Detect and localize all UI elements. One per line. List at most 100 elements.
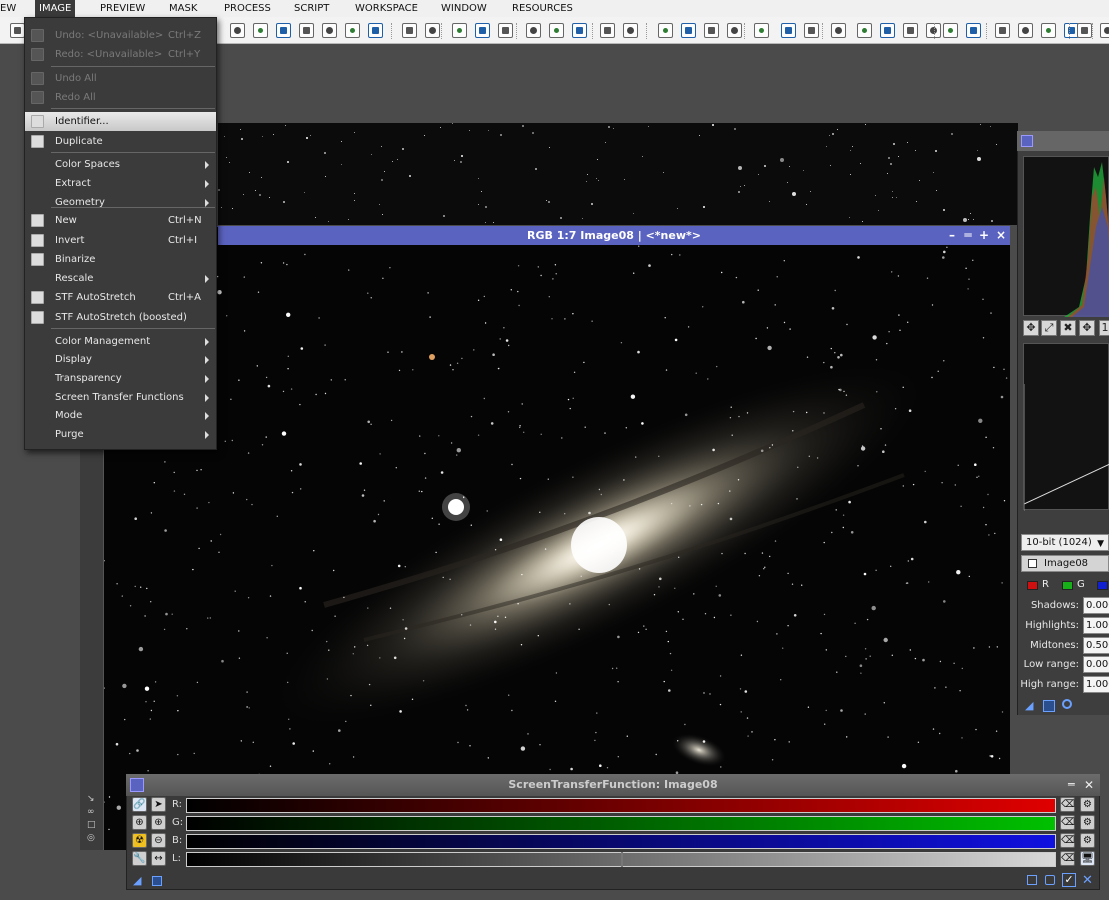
menu-item-purge[interactable]: Purge bbox=[25, 425, 216, 444]
autostretch-g-icon[interactable]: ⚙ bbox=[1080, 815, 1095, 830]
toolbar-tool-23-icon[interactable] bbox=[781, 23, 796, 38]
menu-item-rescale[interactable]: Rescale bbox=[25, 269, 216, 288]
toolbar-tool-6-icon[interactable] bbox=[345, 23, 360, 38]
toolbar-tool-7-icon[interactable] bbox=[368, 23, 383, 38]
stf-r-slider[interactable] bbox=[186, 798, 1056, 813]
menu-workspace[interactable]: WORKSPACE bbox=[355, 3, 418, 14]
autostretch-b-icon[interactable]: ⚙ bbox=[1080, 833, 1095, 848]
move-icon[interactable]: ✥ bbox=[1079, 320, 1095, 336]
apply-icon[interactable] bbox=[1043, 700, 1055, 712]
channel-r-swatch[interactable] bbox=[1027, 581, 1038, 590]
toolbar-tool-27-icon[interactable] bbox=[880, 23, 895, 38]
channel-g-swatch[interactable] bbox=[1062, 581, 1073, 590]
toolbar-tool-33-icon[interactable] bbox=[1018, 23, 1033, 38]
toolbar-tool-10-icon[interactable] bbox=[452, 23, 467, 38]
toolbar-tool-20-icon[interactable] bbox=[704, 23, 719, 38]
stf-titlebar[interactable]: ScreenTransferFunction: Image08 ═ ✕ bbox=[126, 774, 1100, 796]
menu-view[interactable]: EW bbox=[0, 3, 16, 14]
menu-item-redo-all[interactable]: Redo All bbox=[25, 88, 216, 107]
toolbar-tool-1-icon[interactable] bbox=[230, 23, 245, 38]
zoom-in-icon[interactable]: ✖ bbox=[1060, 320, 1076, 336]
new-instance-icon[interactable]: ◢ bbox=[1025, 699, 1037, 712]
menu-image[interactable]: IMAGE bbox=[35, 0, 76, 17]
wrench-icon[interactable]: 🔧 bbox=[132, 851, 147, 866]
toolbar-tool-25-icon[interactable] bbox=[831, 23, 846, 38]
link-channels-icon[interactable]: 🔗 bbox=[132, 797, 147, 812]
toolbar-tool-4-icon[interactable] bbox=[299, 23, 314, 38]
transfer-curve-plot[interactable] bbox=[1023, 343, 1109, 511]
tool-icon-d[interactable]: ◎ bbox=[87, 833, 95, 843]
toolbar-tool-17-icon[interactable] bbox=[623, 23, 638, 38]
toolbar-tool-3-icon[interactable] bbox=[276, 23, 291, 38]
monitor-icon[interactable]: 🖥 bbox=[1080, 851, 1095, 866]
zoom-in-icon[interactable]: ⊕ bbox=[132, 815, 147, 830]
pan-tool-icon[interactable]: ✥ bbox=[1023, 320, 1039, 336]
view-selector[interactable]: Image08 bbox=[1021, 555, 1109, 572]
reset-icon[interactable] bbox=[1062, 699, 1072, 709]
stf-new-instance-icon[interactable]: ◢ bbox=[133, 874, 141, 887]
menu-item-redo-unavailable[interactable]: Redo: <Unavailable> Ctrl+Y bbox=[25, 45, 216, 64]
bit-depth-select[interactable]: 10-bit (1024) ▼ bbox=[1021, 534, 1109, 551]
menu-item-extract[interactable]: Extract bbox=[25, 174, 216, 193]
autostretch-r-icon[interactable]: ⚙ bbox=[1080, 797, 1095, 812]
menu-item-binarize[interactable]: Binarize bbox=[25, 250, 216, 269]
tool-icon-b[interactable]: ∞ bbox=[87, 807, 95, 817]
menu-item-invert[interactable]: Invert Ctrl+I bbox=[25, 231, 216, 250]
menu-item-transparency[interactable]: Transparency bbox=[25, 369, 216, 388]
menu-script[interactable]: SCRIPT bbox=[294, 3, 329, 14]
tool-icon-c[interactable]: □ bbox=[87, 820, 96, 830]
highlights-input[interactable]: 1.000 bbox=[1083, 617, 1109, 634]
close-button[interactable]: × bbox=[993, 226, 1009, 245]
low-range-input[interactable]: 0.000 bbox=[1083, 656, 1109, 673]
stf-close-icon[interactable]: ✕ bbox=[1084, 774, 1094, 796]
menu-item-stf-autostretch[interactable]: STF AutoStretch Ctrl+A bbox=[25, 288, 216, 307]
stf-shade-icon[interactable]: ═ bbox=[1068, 774, 1075, 796]
galaxy-image-canvas[interactable] bbox=[104, 245, 1010, 850]
reset-b-icon[interactable]: ⌫ bbox=[1060, 833, 1075, 848]
background-image-window[interactable] bbox=[218, 123, 1018, 225]
zoom-in-more-icon[interactable]: ⊕ bbox=[151, 815, 166, 830]
zoom-fit-icon[interactable]: ⤢ bbox=[1041, 320, 1057, 336]
menu-resources[interactable]: RESOURCES bbox=[512, 3, 573, 14]
zoom-out-icon[interactable]: ⊖ bbox=[151, 833, 166, 848]
menu-item-new[interactable]: New Ctrl+N bbox=[25, 211, 216, 230]
toolbar-tool-8-icon[interactable] bbox=[402, 23, 417, 38]
shadows-input[interactable]: 0.000 bbox=[1083, 597, 1109, 614]
toolbar-tool-37-icon[interactable] bbox=[1100, 23, 1109, 38]
histogram-titlebar[interactable] bbox=[1017, 131, 1109, 151]
reset-g-icon[interactable]: ⌫ bbox=[1060, 815, 1075, 830]
stf-l-slider[interactable] bbox=[186, 852, 1056, 867]
stf-b-slider[interactable] bbox=[186, 834, 1056, 849]
toolbar-tool-34-icon[interactable] bbox=[1041, 23, 1056, 38]
menu-preview[interactable]: PREVIEW bbox=[100, 3, 145, 14]
menu-item-screen-transfer-functions[interactable]: Screen Transfer Functions bbox=[25, 388, 216, 407]
toolbar-tool-11-icon[interactable] bbox=[475, 23, 490, 38]
tool-icon-a[interactable]: ↘ bbox=[87, 794, 95, 804]
menu-item-stf-autostretch-boosted[interactable]: STF AutoStretch (boosted) bbox=[25, 308, 216, 327]
toolbar-tool-22-icon[interactable] bbox=[754, 23, 769, 38]
toolbar-tool-36-icon[interactable] bbox=[1077, 23, 1092, 38]
toolbar-tool-24-icon[interactable] bbox=[804, 23, 819, 38]
stf-copy-icon[interactable] bbox=[1045, 875, 1055, 885]
horizontal-arrows-icon[interactable]: ↔ bbox=[151, 851, 166, 866]
toolbar-tool-28-icon[interactable] bbox=[903, 23, 918, 38]
toolbar-tool-14-icon[interactable] bbox=[549, 23, 564, 38]
boost-icon[interactable]: ☢ bbox=[132, 833, 147, 848]
menu-item-geometry[interactable]: Geometry bbox=[25, 193, 216, 212]
toolbar-tool-13-icon[interactable] bbox=[526, 23, 541, 38]
reset-l-icon[interactable]: ⌫ bbox=[1060, 851, 1075, 866]
stf-cancel-icon[interactable]: ✕ bbox=[1082, 873, 1093, 888]
high-range-input[interactable]: 1.000 bbox=[1083, 676, 1109, 693]
toolbar-tool-30-icon[interactable] bbox=[943, 23, 958, 38]
toolbar-tool-9-icon[interactable] bbox=[425, 23, 440, 38]
stf-expand-icon[interactable] bbox=[1027, 875, 1037, 885]
maximize-button[interactable]: ═ bbox=[960, 226, 976, 245]
menu-item-duplicate[interactable]: Duplicate bbox=[25, 132, 216, 151]
menu-item-identifier[interactable]: Identifier... bbox=[25, 112, 216, 131]
menu-mask[interactable]: MASK bbox=[169, 3, 197, 14]
shade-button[interactable]: – bbox=[944, 226, 960, 245]
stf-ok-icon[interactable]: ✓ bbox=[1062, 873, 1076, 887]
edit-mode-icon[interactable]: ➤ bbox=[151, 797, 166, 812]
toolbar-tool-5-icon[interactable] bbox=[322, 23, 337, 38]
toolbar-tool-31-icon[interactable] bbox=[966, 23, 981, 38]
